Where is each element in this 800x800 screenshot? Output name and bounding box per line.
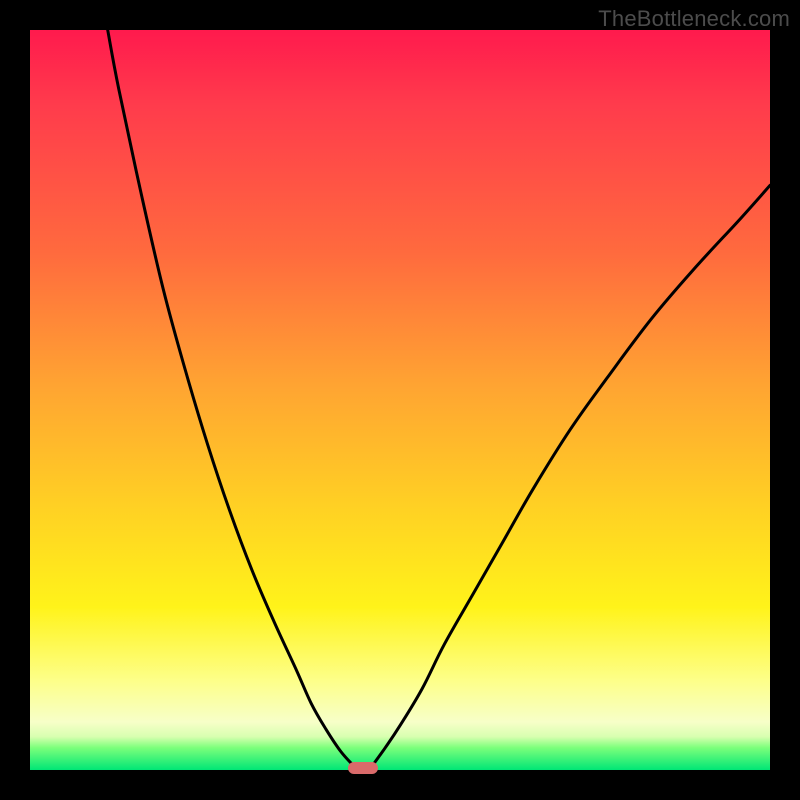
curve-left-branch	[108, 30, 354, 766]
minimum-marker	[348, 762, 378, 774]
watermark-text: TheBottleneck.com	[598, 6, 790, 32]
curve-svg	[30, 30, 770, 770]
chart-frame: TheBottleneck.com	[0, 0, 800, 800]
curve-right-branch	[372, 185, 770, 766]
plot-area	[30, 30, 770, 770]
